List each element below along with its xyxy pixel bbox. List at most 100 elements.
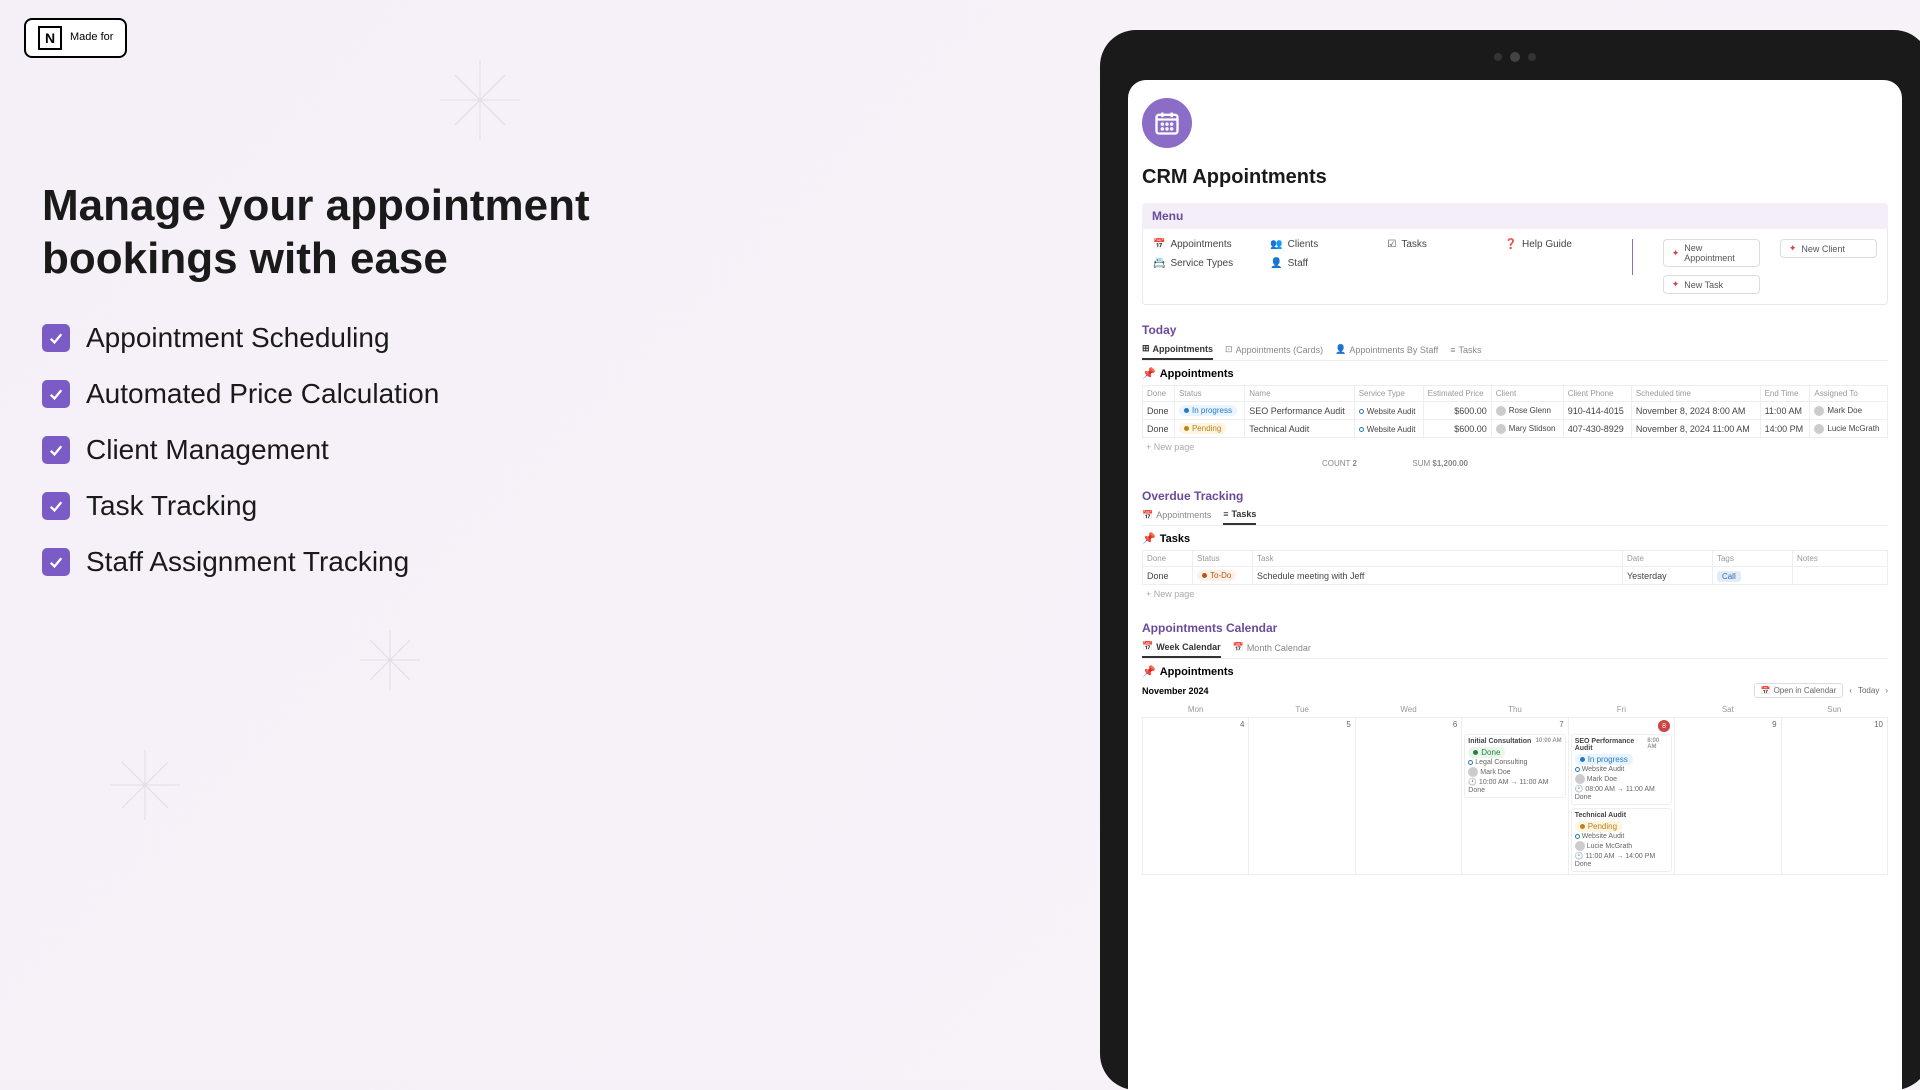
db-title: Tasks xyxy=(1160,533,1190,545)
check-icon xyxy=(42,380,70,408)
table-row[interactable]: DoneTo-DoSchedule meeting with JeffYeste… xyxy=(1143,567,1888,585)
overdue-section-header: Overdue Tracking xyxy=(1142,489,1888,503)
table-row[interactable]: DonePendingTechnical AuditWebsite Audit$… xyxy=(1143,420,1888,438)
calendar-section-header: Appointments Calendar xyxy=(1142,621,1888,635)
plus-icon: ✦ xyxy=(1789,243,1797,254)
feature-item: Staff Assignment Tracking xyxy=(42,546,602,578)
check-icon xyxy=(42,436,70,464)
notion-logo-icon: N xyxy=(38,26,62,50)
camera-icon xyxy=(1528,53,1536,61)
plus-icon: ✦ xyxy=(1672,248,1680,259)
menu-item-icon: ❓ xyxy=(1505,239,1517,250)
made-for-notion-badge: N Made for xyxy=(24,18,127,58)
open-in-calendar-button[interactable]: 📅Open in Calendar xyxy=(1754,683,1844,698)
calendar-day[interactable]: 9 xyxy=(1675,718,1781,875)
calendar-event[interactable]: Initial Consultation10:00 AMDoneLegal Co… xyxy=(1464,734,1565,798)
tab-icon: ⊡ xyxy=(1225,344,1233,355)
check-icon xyxy=(42,492,70,520)
tab[interactable]: ≡Tasks xyxy=(1450,343,1481,360)
calendar-day[interactable]: 4 xyxy=(1143,718,1249,875)
tab-icon: ⊞ xyxy=(1142,343,1150,354)
tab[interactable]: ⊡Appointments (Cards) xyxy=(1225,343,1323,360)
col-header: Service Type xyxy=(1354,386,1423,402)
col-header: Status xyxy=(1193,551,1253,567)
calendar-day[interactable]: 8 SEO Performance Audit8:00 AMIn progress… xyxy=(1568,718,1674,875)
tab-icon: ≡ xyxy=(1223,509,1228,519)
feature-item: Task Tracking xyxy=(42,490,602,522)
badge-top-text: Made for xyxy=(70,31,113,44)
calendar-event[interactable]: SEO Performance Audit8:00 AMIn progressW… xyxy=(1571,734,1672,805)
calendar-day[interactable]: 5 xyxy=(1249,718,1355,875)
sparkle-icon xyxy=(360,630,420,690)
check-icon xyxy=(42,324,70,352)
col-header: Client xyxy=(1491,386,1563,402)
next-week-button[interactable]: › xyxy=(1885,686,1888,695)
tab-icon: 📅 xyxy=(1233,642,1244,653)
col-header: Client Phone xyxy=(1563,386,1631,402)
camera-icon xyxy=(1494,53,1502,61)
feature-item: Client Management xyxy=(42,434,602,466)
tab-icon: 👤 xyxy=(1335,344,1346,355)
tab-icon: 📅 xyxy=(1142,641,1153,652)
menu-item-icon: 👤 xyxy=(1270,258,1282,269)
prev-week-button[interactable]: ‹ xyxy=(1849,686,1852,695)
menu-item[interactable]: 👤Staff xyxy=(1270,258,1367,269)
col-header: Task xyxy=(1253,551,1623,567)
page-title: CRM Appointments xyxy=(1142,166,1888,189)
new-page-button[interactable]: + New page xyxy=(1142,438,1888,456)
col-header: Date xyxy=(1622,551,1712,567)
menu-item[interactable]: 📅Appointments xyxy=(1153,239,1250,250)
tab[interactable]: ⊞Appointments xyxy=(1142,343,1213,360)
sparkle-icon xyxy=(110,750,180,820)
menu-item-icon: ☑ xyxy=(1387,239,1396,250)
new-button[interactable]: ✦New Task xyxy=(1663,275,1760,294)
col-header: Scheduled time xyxy=(1631,386,1760,402)
col-header: Notes xyxy=(1792,551,1887,567)
new-button[interactable]: ✦New Appointment xyxy=(1663,239,1760,267)
pin-icon: 📌 xyxy=(1142,532,1156,545)
menu-item-icon: 📅 xyxy=(1153,239,1165,250)
menu-item[interactable]: 👥Clients xyxy=(1270,239,1367,250)
db-title: Appointments xyxy=(1160,368,1234,380)
table-row[interactable]: DoneIn progressSEO Performance AuditWebs… xyxy=(1143,402,1888,420)
new-page-button[interactable]: + New page xyxy=(1142,585,1888,603)
new-button[interactable]: ✦New Client xyxy=(1780,239,1877,258)
menu-item-icon: 📇 xyxy=(1153,258,1165,269)
db-title: Appointments xyxy=(1160,666,1234,678)
feature-item: Automated Price Calculation xyxy=(42,378,602,410)
tab[interactable]: 📅Month Calendar xyxy=(1233,641,1311,658)
col-header: End Time xyxy=(1760,386,1810,402)
menu-item[interactable]: ❓Help Guide xyxy=(1505,239,1602,250)
col-header: Tags xyxy=(1712,551,1792,567)
calendar-day[interactable]: 6 xyxy=(1355,718,1461,875)
calendar-event[interactable]: Technical AuditPendingWebsite AuditLucie… xyxy=(1571,808,1672,872)
tab[interactable]: ≡Tasks xyxy=(1223,509,1256,525)
menu-item[interactable]: ☑Tasks xyxy=(1387,239,1484,250)
tab[interactable]: 📅Week Calendar xyxy=(1142,641,1221,658)
calendar-month: November 2024 xyxy=(1142,686,1209,696)
today-badge: 8 xyxy=(1658,720,1670,732)
tab[interactable]: 👤Appointments By Staff xyxy=(1335,343,1438,360)
menu-item-icon: 👥 xyxy=(1270,239,1282,250)
calendar-app-icon xyxy=(1142,98,1192,148)
camera-icon xyxy=(1510,52,1520,62)
today-button[interactable]: Today xyxy=(1858,686,1879,695)
tablet-mockup: CRM Appointments Menu 📅Appointments📇Serv… xyxy=(1100,30,1920,1090)
col-header: Status xyxy=(1174,386,1244,402)
tab-icon: ≡ xyxy=(1450,345,1455,355)
sparkle-icon xyxy=(440,60,520,140)
today-section-header: Today xyxy=(1142,323,1888,337)
col-header: Done xyxy=(1143,551,1193,567)
menu-section-header: Menu xyxy=(1142,203,1888,229)
hero-title: Manage your appointment bookings with ea… xyxy=(42,180,602,286)
plus-icon: ✦ xyxy=(1672,279,1680,290)
tab-icon: 📅 xyxy=(1142,510,1153,521)
col-header: Estimated Price xyxy=(1423,386,1491,402)
check-icon xyxy=(42,548,70,576)
feature-item: Appointment Scheduling xyxy=(42,322,602,354)
menu-item[interactable]: 📇Service Types xyxy=(1153,258,1250,269)
calendar-day[interactable]: 7Initial Consultation10:00 AMDoneLegal C… xyxy=(1462,718,1568,875)
calendar-day[interactable]: 10 xyxy=(1781,718,1887,875)
tab[interactable]: 📅Appointments xyxy=(1142,509,1211,525)
pin-icon: 📌 xyxy=(1142,367,1156,380)
